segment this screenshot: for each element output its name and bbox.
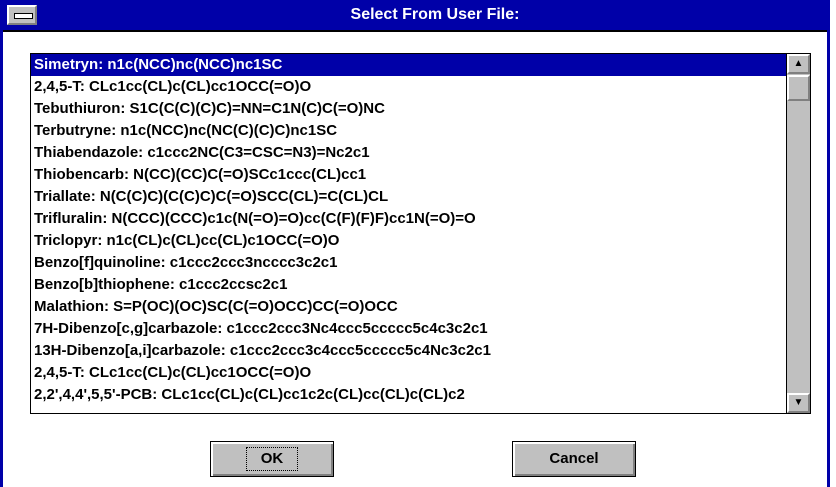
ok-button[interactable]: OK bbox=[210, 441, 334, 477]
cancel-button-label: Cancel bbox=[549, 450, 599, 467]
list-item[interactable]: Triclopyr: n1c(CL)c(CL)cc(CL)c1OCC(=O)O bbox=[31, 230, 786, 252]
vertical-scrollbar[interactable]: ▲ ▼ bbox=[786, 54, 810, 413]
list-item[interactable]: Tebuthiuron: S1C(C(C)(C)C)=NN=C1N(C)C(=O… bbox=[31, 98, 786, 120]
list-item[interactable]: Malathion: S=P(OC)(OC)SC(C(=O)OCC)CC(=O)… bbox=[31, 296, 786, 318]
system-menu-icon bbox=[14, 13, 33, 19]
user-file-listbox[interactable]: Simetryn: n1c(NCC)nc(NCC)nc1SC 2,4,5-T: C… bbox=[30, 53, 811, 414]
list-item[interactable]: 13H-Dibenzo[a,i]carbazole: c1ccc2ccc3c4c… bbox=[31, 340, 786, 362]
list-items: Simetryn: n1c(NCC)nc(NCC)nc1SC 2,4,5-T: C… bbox=[31, 54, 786, 413]
list-item[interactable]: 7H-Dibenzo[c,g]carbazole: c1ccc2ccc3Nc4c… bbox=[31, 318, 786, 340]
arrow-up-icon: ▲ bbox=[793, 58, 804, 69]
title-bar: Select From User File: bbox=[3, 0, 827, 32]
list-item[interactable]: Trifluralin: N(CCC)(CCC)c1c(N(=O)=O)cc(C… bbox=[31, 208, 786, 230]
arrow-down-icon: ▼ bbox=[793, 397, 804, 408]
list-item[interactable]: 2,2',4,4',5,5'-PCB: CLc1cc(CL)c(CL)cc1c2… bbox=[31, 384, 786, 406]
dialog-title: Select From User File: bbox=[350, 6, 520, 23]
scroll-up-button[interactable]: ▲ bbox=[787, 54, 810, 74]
list-item[interactable]: Thiobencarb: N(CC)(CC)C(=O)SCc1ccc(CL)cc… bbox=[31, 164, 786, 186]
list-item[interactable]: Benzo[f]quinoline: c1ccc2ccc3ncccc3c2c1 bbox=[31, 252, 786, 274]
select-file-dialog: Select From User File: Simetryn: n1c(NCC… bbox=[0, 0, 830, 487]
list-item[interactable]: Thiabendazole: c1ccc2NC(C3=CSC=N3)=Nc2c1 bbox=[31, 142, 786, 164]
list-item[interactable]: Terbutryne: n1c(NCC)nc(NC(C)(C)C)nc1SC bbox=[31, 120, 786, 142]
scroll-down-button[interactable]: ▼ bbox=[787, 393, 810, 413]
cancel-button[interactable]: Cancel bbox=[512, 441, 636, 477]
list-item[interactable]: 2,4,5-T: CLc1cc(CL)c(CL)cc1OCC(=O)O bbox=[31, 362, 786, 384]
list-item[interactable]: Triallate: N(C(C)C)(C(C)C)C(=O)SCC(CL)=C… bbox=[31, 186, 786, 208]
list-item[interactable]: Benzo[b]thiophene: c1ccc2ccsc2c1 bbox=[31, 274, 786, 296]
scroll-thumb[interactable] bbox=[787, 75, 810, 101]
ok-button-label: OK bbox=[245, 447, 299, 471]
list-item[interactable]: Simetryn: n1c(NCC)nc(NCC)nc1SC bbox=[31, 54, 786, 76]
list-item[interactable]: 2,4,5-T: CLc1cc(CL)c(CL)cc1OCC(=O)O bbox=[31, 76, 786, 98]
system-menu-button[interactable] bbox=[7, 5, 37, 25]
